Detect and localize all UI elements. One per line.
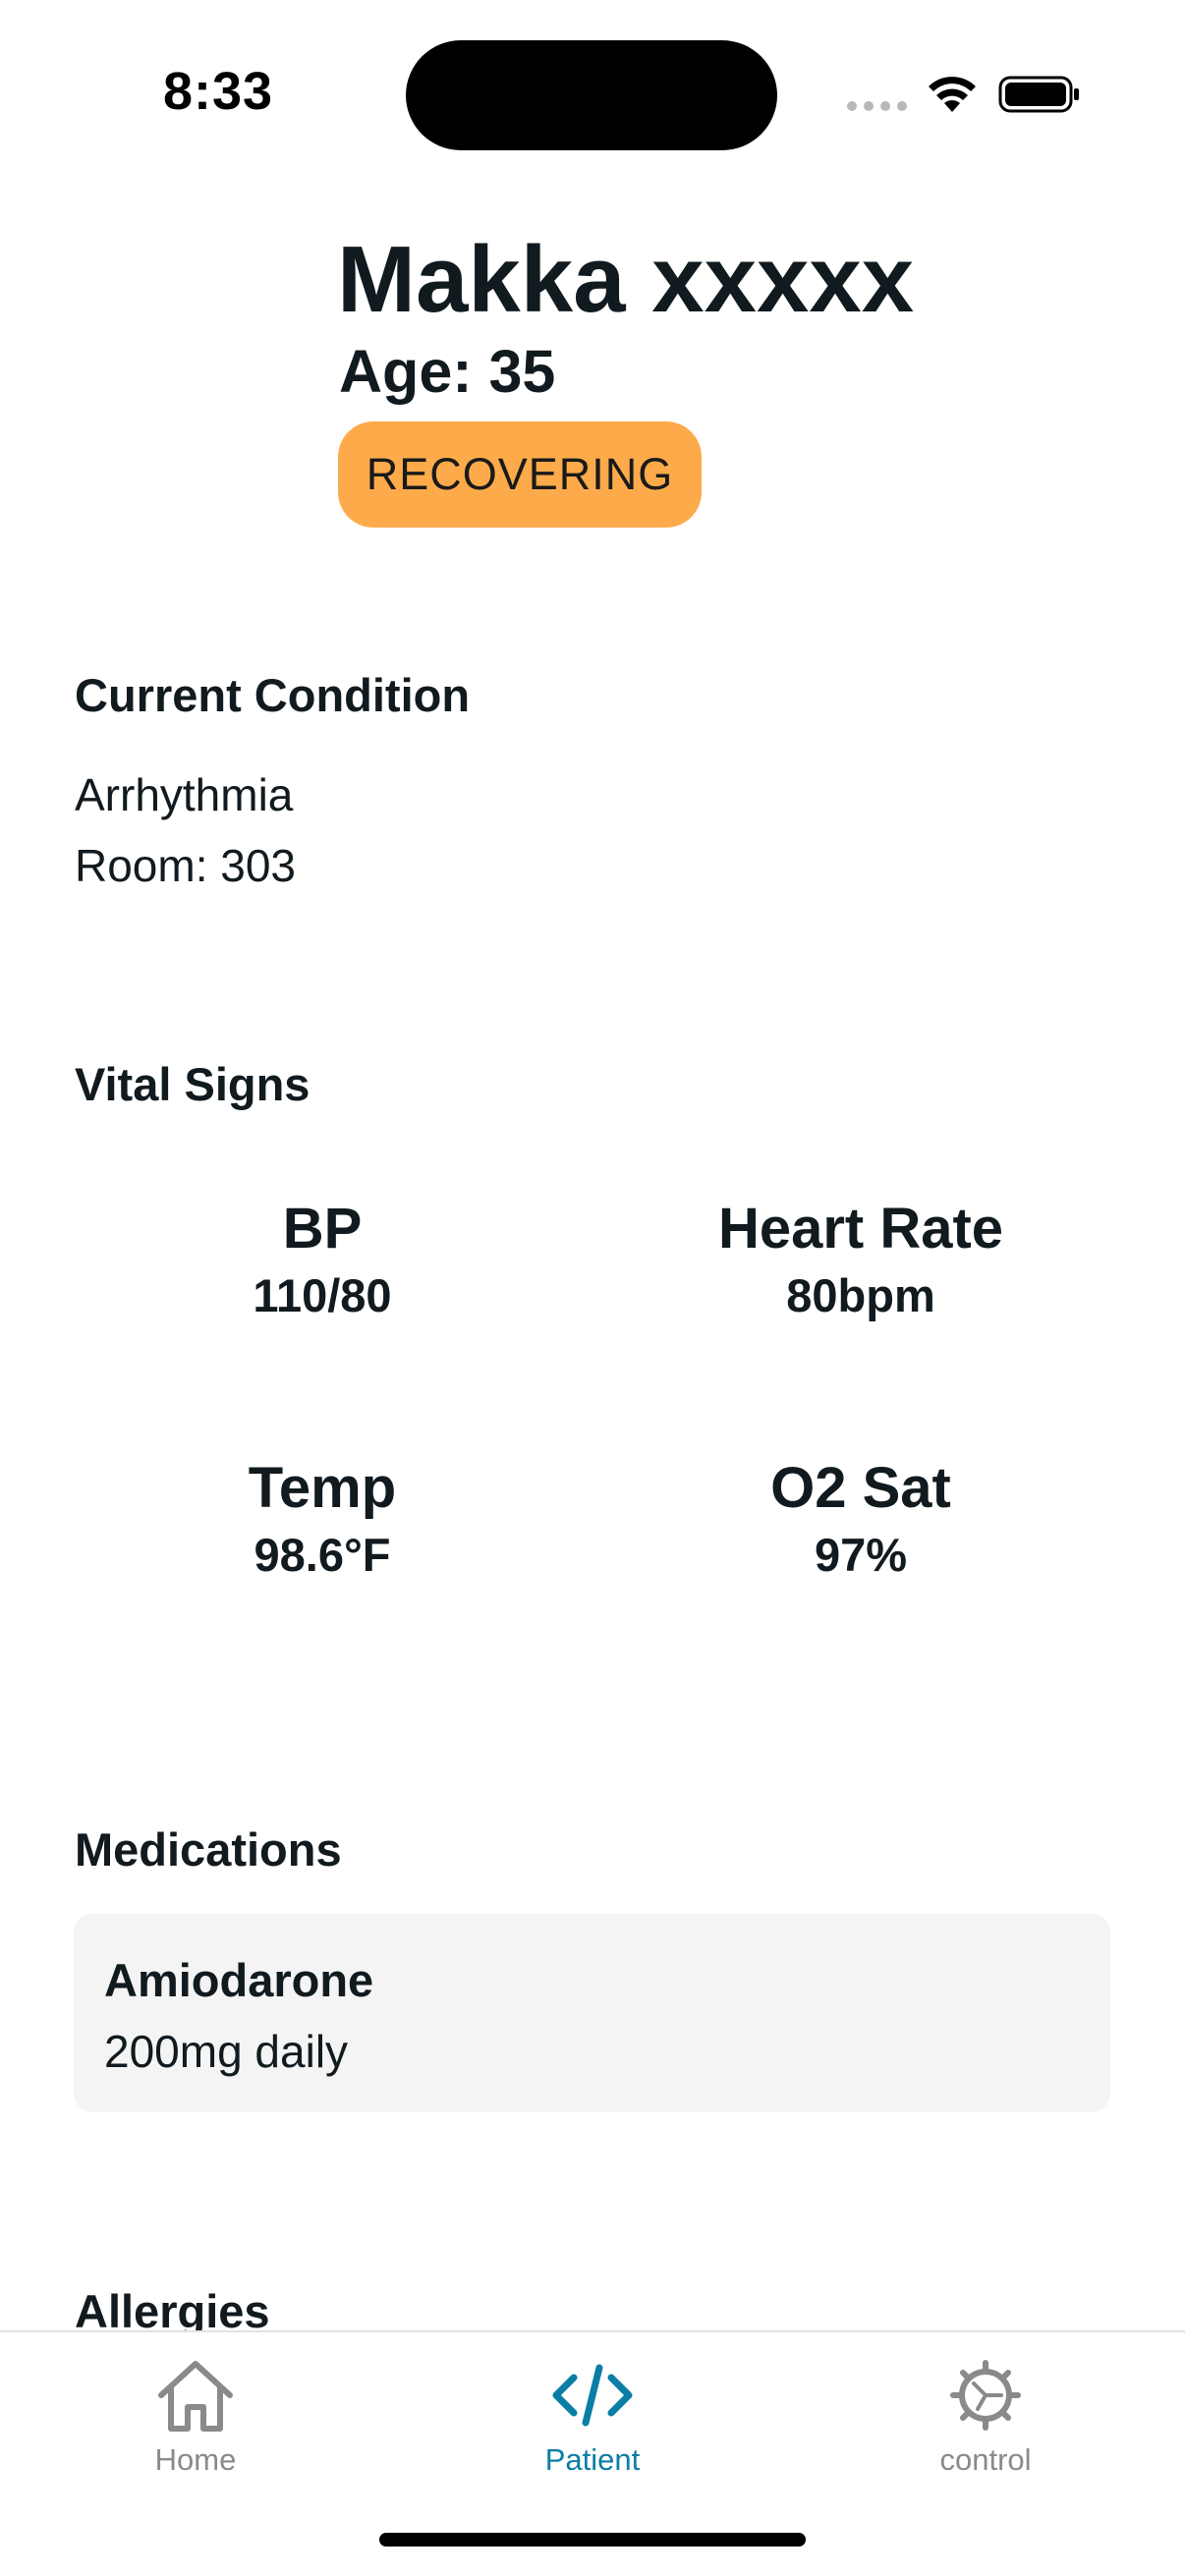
medication-name: Amiodarone	[104, 1954, 374, 2006]
tab-control[interactable]: control	[868, 2356, 1103, 2480]
tab-patient[interactable]: Patient	[475, 2356, 710, 2480]
vital-value: 97%	[814, 1529, 908, 1581]
home-indicator[interactable]	[379, 2533, 806, 2547]
cellular-signal-icon	[847, 101, 907, 111]
patient-age: Age: 35	[339, 338, 556, 405]
tab-patient-label: Patient	[544, 2442, 641, 2477]
vital-label: O2 Sat	[770, 1456, 951, 1520]
dynamic-island	[406, 40, 777, 150]
vital-label: Heart Rate	[717, 1197, 1004, 1260]
status-badge: RECOVERING	[338, 421, 702, 528]
tab-control-label: control	[939, 2442, 1032, 2477]
house-icon	[158, 2361, 233, 2432]
code-icon	[552, 2364, 633, 2427]
battery-icon	[998, 76, 1079, 113]
condition-diagnosis: Arrhythmia	[75, 769, 294, 820]
vital-value: 110/80	[253, 1269, 392, 1321]
vital-value: 80bpm	[786, 1269, 935, 1321]
patient-name: Makka xxxxx	[337, 227, 915, 332]
vital-label: Temp	[248, 1456, 397, 1520]
vital-signs-title: Vital Signs	[75, 1058, 310, 1110]
tab-home[interactable]: Home	[78, 2356, 313, 2480]
patient-screen: 8:33 Makka xxxxx Age: 35 RECOVERING Curr…	[0, 0, 1185, 2576]
medications-title: Medications	[75, 1823, 342, 1876]
vital-temp: Temp 98.6°F	[47, 1455, 597, 1585]
tab-home-label: Home	[154, 2442, 237, 2477]
vital-value: 98.6°F	[254, 1529, 391, 1581]
vital-label: BP	[282, 1197, 363, 1260]
current-condition-title: Current Condition	[75, 669, 471, 721]
wifi-icon	[929, 77, 976, 112]
vital-heart-rate: Heart Rate 80bpm	[586, 1196, 1136, 1325]
gear-icon	[950, 2360, 1021, 2431]
medication-dose: 200mg daily	[104, 2026, 349, 2077]
vital-bp: BP 110/80	[47, 1196, 597, 1325]
room-number: Room: 303	[75, 840, 297, 891]
vital-o2-sat: O2 Sat 97%	[586, 1455, 1136, 1585]
medication-card: Amiodarone 200mg daily	[74, 1914, 1110, 2112]
status-time: 8:33	[163, 62, 274, 121]
